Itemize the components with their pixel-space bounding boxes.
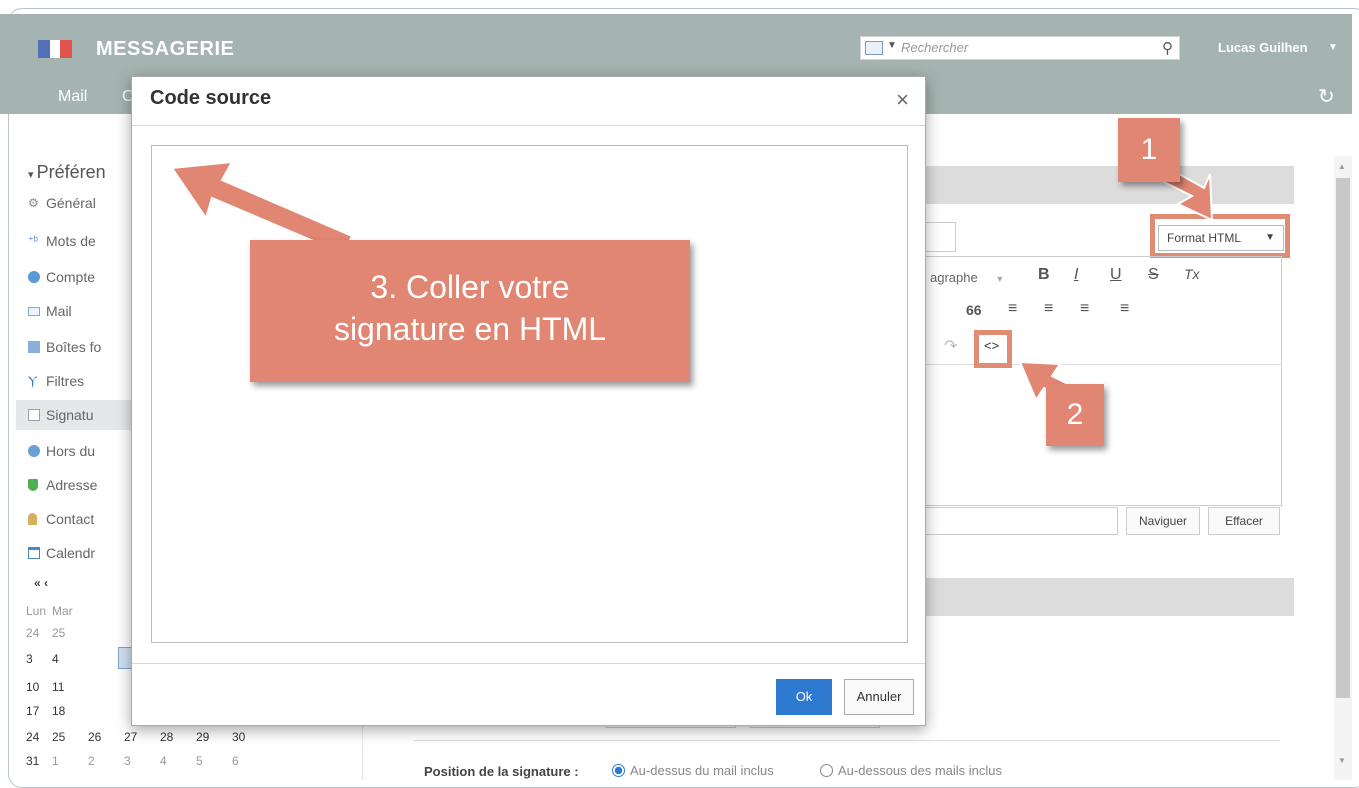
search-icon[interactable]: ⚲ [1162, 39, 1173, 57]
user-menu-chevron-icon[interactable]: ▼ [1328, 42, 1338, 53]
signature-panel-header [924, 166, 1294, 204]
section-divider [414, 740, 1280, 741]
step2-callout: 2 [1046, 384, 1104, 446]
dialog-footer-divider [132, 663, 925, 664]
align-justify-icon[interactable]: ≡ [1120, 300, 1129, 318]
mini-calendar-row: 24 25 [26, 626, 66, 640]
step3-callout: 3. Coller votre signature en HTML [250, 240, 690, 382]
out-of-office-icon [28, 445, 40, 457]
mini-calendar-row: 34 [26, 652, 59, 666]
radio-above[interactable] [612, 764, 625, 777]
chevron-down-icon: ▼ [995, 274, 1005, 284]
calendar-icon [28, 547, 40, 559]
nav-mail[interactable]: Mail [58, 88, 87, 106]
bold-button[interactable]: B [1038, 266, 1050, 284]
mini-calendar-row: 10 11 [26, 680, 65, 694]
dictionary-icon: ⁺ᵇ [28, 235, 38, 247]
signature-icon [28, 409, 40, 421]
ok-button[interactable]: Ok [776, 679, 832, 715]
search-input[interactable]: Rechercher [901, 40, 968, 55]
mini-calendar-row: 17 18 [26, 704, 66, 718]
dialog-title: Code source [150, 87, 272, 109]
clear-format-button[interactable]: Tx [1184, 266, 1200, 282]
mail-icon [28, 307, 40, 316]
scrollbar-thumb[interactable] [1336, 178, 1350, 698]
scroll-down-icon[interactable]: ▼ [1338, 756, 1346, 765]
dialog-header-divider [132, 125, 925, 126]
align-right-icon[interactable]: ≡ [1080, 300, 1089, 318]
contacts-icon [28, 513, 37, 525]
italic-button[interactable]: I [1074, 266, 1078, 284]
step1-callout: 1 [1118, 118, 1180, 182]
radio-above-label[interactable]: Au-dessus du mail inclus [630, 763, 774, 778]
account-icon [28, 271, 40, 283]
refresh-icon[interactable]: ↻ [1318, 84, 1335, 109]
app-title: MESSAGERIE [96, 38, 235, 60]
radio-below-label[interactable]: Au-dessous des mails inclus [838, 763, 1002, 778]
signature-name-input[interactable] [924, 222, 956, 252]
underline-button[interactable]: U [1110, 266, 1122, 284]
filter-icon: Ⲩ [28, 373, 38, 388]
close-icon[interactable]: × [896, 87, 909, 113]
image-path-input[interactable] [924, 507, 1118, 535]
redo-button[interactable]: ↷ [944, 336, 957, 356]
search-box[interactable]: ▼ Rechercher ⚲ [860, 36, 1180, 60]
scroll-up-icon[interactable]: ▲ [1338, 162, 1346, 171]
clear-button[interactable]: Effacer [1208, 507, 1280, 535]
browse-button[interactable]: Naviguer [1126, 507, 1200, 535]
caret-down-icon: ▾ [28, 169, 37, 181]
source-code-textarea[interactable] [151, 145, 908, 643]
mini-calendar-weekdays: Lun Mar [26, 604, 73, 618]
format-dropdown[interactable]: Format HTML ▼ [1158, 225, 1284, 251]
chevron-down-icon[interactable]: ▼ [887, 40, 897, 51]
calendar-scope-icon[interactable] [865, 41, 883, 55]
shield-icon [28, 479, 38, 491]
quote-button[interactable]: 66 [966, 302, 982, 318]
align-left-icon[interactable]: ≡ [1008, 300, 1017, 318]
mini-calendar-nav[interactable]: « ‹ [34, 576, 48, 590]
signature-position-label: Position de la signature : [424, 764, 579, 779]
gear-icon: ⚙ [28, 196, 39, 210]
settings-panel-header [924, 578, 1294, 616]
chevron-down-icon: ▼ [1265, 232, 1275, 243]
source-code-button[interactable]: <> [984, 338, 999, 353]
mini-calendar-row: 24 25 26 27 28 29 30 [26, 730, 246, 744]
mailboxes-icon [28, 341, 40, 353]
source-code-dialog: Code source × Ok Annuler [131, 76, 926, 726]
radio-below[interactable] [820, 764, 833, 777]
app-logo [38, 40, 72, 58]
mini-calendar-row: 31 1 2 3 4 5 6 [26, 754, 239, 768]
signature-editor[interactable] [924, 256, 1282, 506]
preferences-heading[interactable]: ▾ Préféren [28, 162, 106, 183]
user-menu[interactable]: Lucas Guilhen [1218, 40, 1308, 55]
cancel-button[interactable]: Annuler [844, 679, 914, 715]
paragraph-dropdown[interactable]: agraphe ▼ [930, 270, 1004, 285]
align-center-icon[interactable]: ≡ [1044, 300, 1053, 318]
strikethrough-button[interactable]: S [1148, 266, 1159, 284]
